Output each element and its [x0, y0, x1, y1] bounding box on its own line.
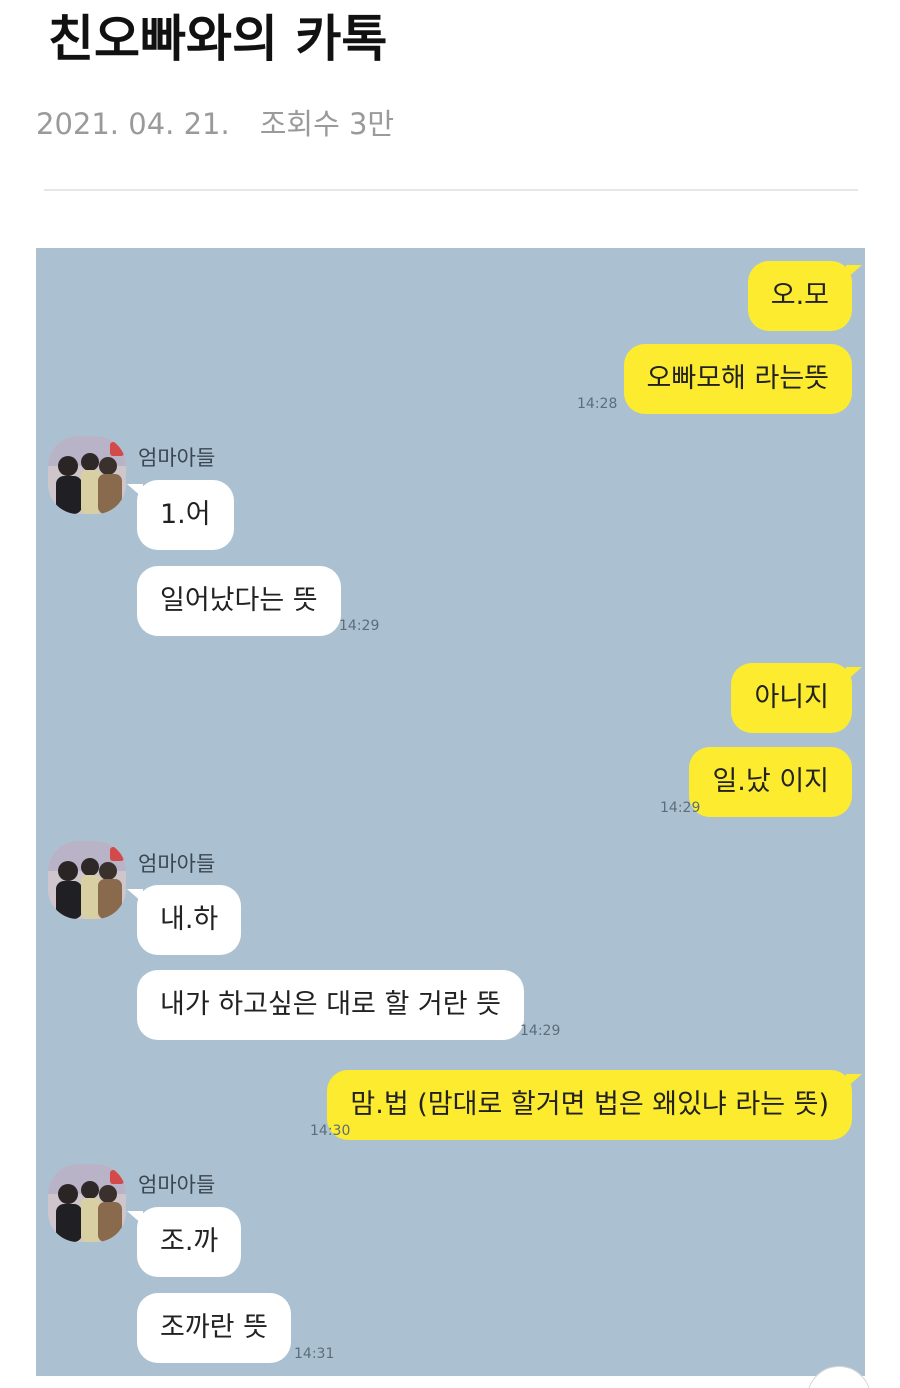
message-text: 조.까	[160, 1226, 219, 1257]
sender-avatar[interactable]	[48, 436, 126, 514]
their-message-bubble: 1.어	[127, 480, 234, 550]
my-message-bubble: 오.모	[747, 261, 863, 331]
message-time: 14:29	[660, 800, 701, 816]
their-message-bubble: 내.하	[126, 885, 242, 955]
my-message-bubble: 맘.법 (맘대로 할거면 법은 왜있냐 라는 뜻)	[327, 1070, 862, 1140]
my-message-bubble: 아니지	[731, 663, 862, 733]
message-time: 14:28	[577, 396, 618, 412]
their-message-bubble: 일어났다는 뜻	[137, 566, 341, 636]
chat-screenshot: 오.모 오빠모해 라는뜻 14:28 엄마아들 1.어 일어났다는 뜻 14:2…	[36, 248, 865, 1376]
message-text: 일.났 이지	[712, 766, 829, 797]
their-message-bubble: 조.까	[126, 1207, 242, 1277]
page: 친오빠와의 카톡 2021. 04. 21. 조회수 3만 오.모 오빠모해 라는…	[0, 0, 900, 1388]
sender-avatar[interactable]	[48, 1164, 126, 1242]
message-text: 내.하	[160, 904, 219, 935]
message-text: 오빠모해 라는뜻	[646, 363, 829, 394]
post-title: 친오빠와의 카톡	[48, 10, 388, 68]
profile-photo-icon	[48, 841, 126, 919]
message-text: 1.어	[160, 499, 211, 530]
message-text: 오.모	[770, 280, 829, 311]
profile-photo-icon	[48, 436, 126, 514]
message-time: 14:29	[520, 1023, 561, 1039]
message-text: 내가 하고싶은 대로 할 거란 뜻	[160, 989, 501, 1020]
message-time: 14:29	[339, 618, 380, 634]
divider	[44, 189, 858, 191]
sender-name: 엄마아들	[138, 852, 216, 876]
profile-photo-icon	[48, 1164, 126, 1242]
their-message-bubble: 내가 하고싶은 대로 할 거란 뜻	[137, 970, 524, 1040]
sender-name: 엄마아들	[138, 1173, 216, 1197]
my-message-bubble: 오빠모해 라는뜻	[623, 344, 852, 414]
sender-name: 엄마아들	[138, 446, 216, 470]
message-time: 14:30	[310, 1123, 351, 1139]
message-text: 맘.법 (맘대로 할거면 법은 왜있냐 라는 뜻)	[350, 1089, 829, 1120]
post-meta: 2021. 04. 21. 조회수 3만	[36, 104, 394, 144]
my-message-bubble: 일.났 이지	[689, 747, 852, 817]
message-text: 조까란 뜻	[160, 1312, 268, 1343]
their-message-bubble: 조까란 뜻	[137, 1293, 291, 1363]
message-text: 일어났다는 뜻	[160, 585, 318, 616]
message-time: 14:31	[294, 1346, 335, 1362]
sender-avatar[interactable]	[48, 841, 126, 919]
post-date: 2021. 04. 21.	[36, 107, 230, 141]
post-views: 조회수 3만	[259, 107, 395, 141]
message-text: 아니지	[754, 682, 829, 713]
